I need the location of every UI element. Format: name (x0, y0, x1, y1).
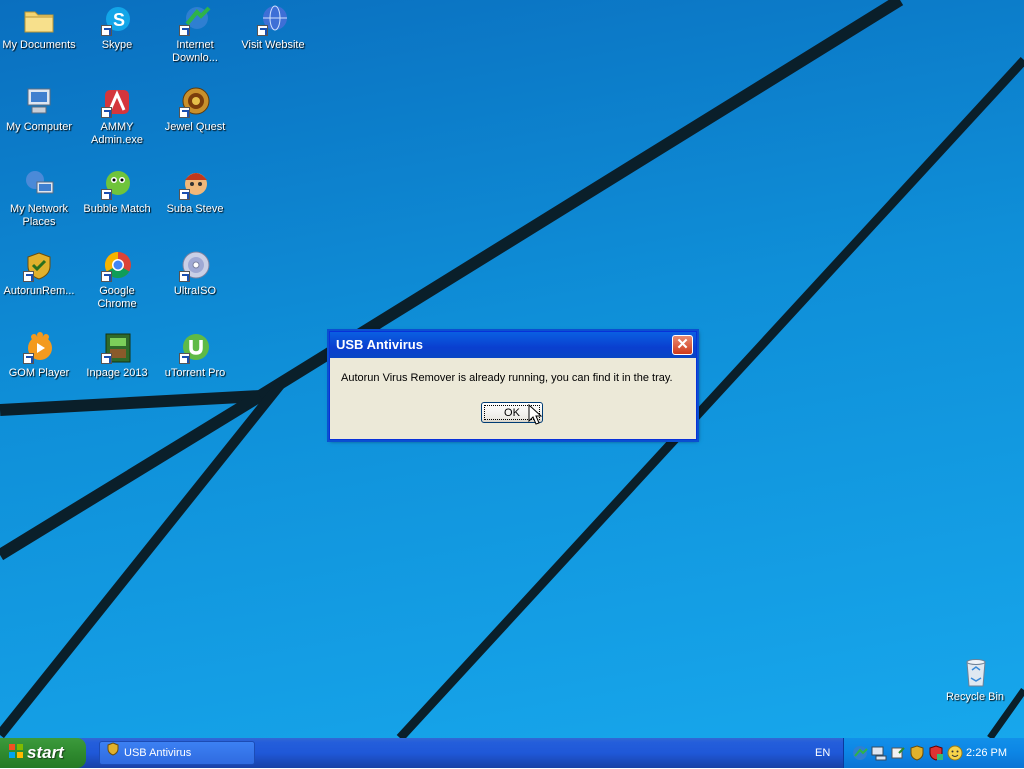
desktop-icon-autorun-remover[interactable]: AutorunRem... (0, 250, 78, 298)
tray-network-icon[interactable] (871, 745, 887, 761)
shield-icon (106, 742, 120, 764)
bubble-match-icon (101, 168, 133, 200)
disc-icon (179, 250, 211, 282)
desktop-icon-recycle-bin[interactable]: Recycle Bin (936, 656, 1014, 704)
system-tray: 2:26 PM (843, 738, 1024, 768)
desktop-icon-skype[interactable]: S Skype (78, 4, 156, 52)
desktop-icon-gom-player[interactable]: GOM Player (0, 332, 78, 380)
taskbar: start USB Antivirus EN 2:26 PM (0, 738, 1024, 768)
desktop-icon-my-computer[interactable]: My Computer (0, 86, 78, 134)
tray-clock[interactable]: 2:26 PM (966, 738, 1007, 768)
close-icon: ✕ (676, 336, 689, 353)
dialog-message: Autorun Virus Remover is already running… (341, 372, 673, 384)
desktop-icon-utorrent-pro[interactable]: uTorrent Pro (156, 332, 234, 380)
globe-icon (257, 4, 289, 36)
network-icon (23, 168, 55, 200)
skype-icon: S (101, 4, 133, 36)
desktop-icon-visit-website[interactable]: Visit Website (234, 4, 312, 52)
tray-safely-remove-icon[interactable] (890, 745, 906, 761)
desktop-icon-label: Recycle Bin (945, 691, 1005, 703)
desktop-icon-label: UltraISO (173, 285, 217, 297)
jewel-quest-icon (179, 86, 211, 118)
desktop-icon-label: Internet Downlo... (172, 39, 218, 64)
tray-smiley-icon[interactable] (947, 745, 963, 761)
taskbar-button-label: USB Antivirus (124, 747, 192, 759)
utorrent-icon (179, 332, 211, 364)
computer-icon (23, 86, 55, 118)
desktop-icon-my-documents[interactable]: My Documents (0, 4, 78, 52)
tray-autorun-remover-icon[interactable] (909, 745, 925, 761)
recycle-bin-icon (959, 656, 991, 688)
desktop-icon-label: Visit Website (241, 39, 305, 51)
desktop-icon-label: Suba Steve (166, 203, 224, 215)
gom-player-icon (23, 332, 55, 364)
tray-security-icon[interactable] (928, 745, 944, 761)
desktop-icon-ultraiso[interactable]: UltraISO (156, 250, 234, 298)
message-dialog: USB Antivirus ✕ Autorun Virus Remover is… (329, 331, 697, 440)
desktop-icon-label: My Network Places (9, 203, 69, 228)
desktop-icon-label: Inpage 2013 (86, 367, 148, 379)
taskbar-button-usb-antivirus[interactable]: USB Antivirus (99, 741, 255, 765)
desktop-icon-label: GOM Player (8, 367, 70, 379)
ammy-admin-icon (101, 86, 133, 118)
tray-idm-icon[interactable] (852, 745, 868, 761)
inpage-icon (101, 332, 133, 364)
desktop-icon-internet-download-manager[interactable]: Internet Downlo... (156, 4, 234, 65)
desktop-icon-label: Jewel Quest (164, 121, 226, 133)
desktop-icon-label: Skype (101, 39, 133, 51)
suba-steve-icon (179, 168, 211, 200)
dialog-titlebar[interactable]: USB Antivirus ✕ (330, 332, 696, 358)
dialog-title: USB Antivirus (336, 337, 423, 352)
desktop-icon-label: Google Chrome (97, 285, 137, 310)
mouse-cursor-icon (528, 403, 543, 429)
close-button[interactable]: ✕ (672, 335, 693, 355)
desktop-icon-inpage-2013[interactable]: Inpage 2013 (78, 332, 156, 380)
svg-text:S: S (113, 10, 125, 30)
chrome-icon (101, 250, 133, 282)
desktop-icon-ammy-admin[interactable]: AMMY Admin.exe (78, 86, 156, 147)
desktop-icon-label: AutorunRem... (3, 285, 75, 297)
start-button[interactable]: start (0, 738, 86, 768)
desktop-icon-suba-steve[interactable]: Suba Steve (156, 168, 234, 216)
folder-icon (23, 4, 55, 36)
desktop-icon-label: uTorrent Pro (164, 367, 226, 379)
desktop-icon-label: My Documents (2, 39, 76, 51)
start-label: start (27, 743, 64, 762)
windows-flag-icon (8, 739, 24, 769)
desktop-icon-google-chrome[interactable]: Google Chrome (78, 250, 156, 311)
desktop-icon-label: My Computer (5, 121, 73, 133)
desktop-icon-label: Bubble Match (83, 203, 151, 215)
download-manager-icon (179, 4, 211, 36)
autorun-remover-icon (23, 250, 55, 282)
desktop[interactable]: My Documents S Skype Internet Downlo... … (0, 0, 1024, 738)
desktop-icon-jewel-quest[interactable]: Jewel Quest (156, 86, 234, 134)
desktop-icon-my-network-places[interactable]: My Network Places (0, 168, 78, 229)
desktop-icon-bubble-match[interactable]: Bubble Match (78, 168, 156, 216)
language-indicator[interactable]: EN (815, 738, 830, 768)
desktop-icon-label: AMMY Admin.exe (91, 121, 143, 146)
